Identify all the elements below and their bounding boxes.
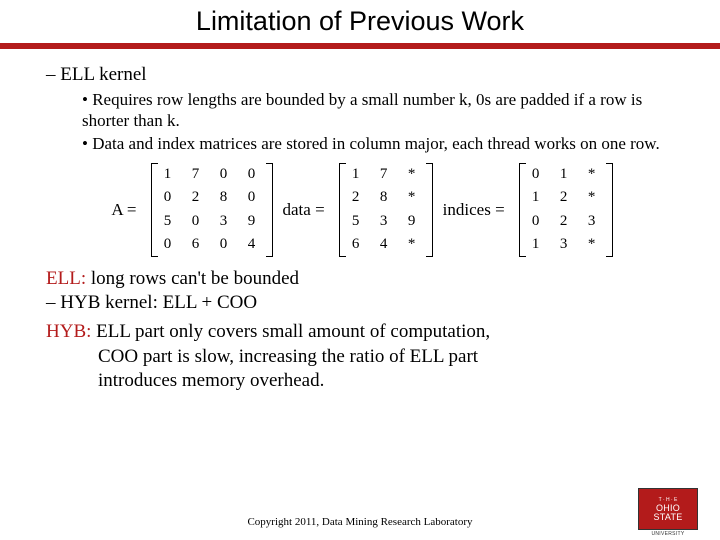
slide: Limitation of Previous Work ELL kernel R…	[0, 0, 720, 540]
logo-university: UNIVERSITY	[639, 531, 697, 537]
logo-the: T · H · E	[659, 497, 678, 503]
ell-label: ELL:	[46, 268, 86, 289]
matrix-A-label: A =	[111, 199, 136, 220]
hyb-text-3: introduces memory overhead.	[46, 369, 674, 394]
list-item: Data and index matrices are stored in co…	[82, 133, 674, 154]
matrix-data-label: data =	[283, 199, 325, 220]
hyb-statement: HYB: ELL part only covers small amount o…	[46, 320, 674, 345]
slide-body: ELL kernel Requires row lengths are boun…	[0, 49, 720, 394]
matrix-figure: A = 1700 0280 5039 0604 data = 17* 28* 5…	[46, 163, 674, 257]
ohio-state-logo: T · H · E OHIO STATE UNIVERSITY	[638, 488, 698, 530]
list-item: ELL kernel Requires row lengths are boun…	[46, 63, 674, 155]
matrix-indices: 01* 12* 023 13*	[519, 163, 609, 257]
section-heading: ELL kernel	[60, 64, 146, 85]
title-area: Limitation of Previous Work	[0, 0, 720, 37]
ell-text: long rows can't be bounded	[86, 268, 299, 289]
matrix-A: 1700 0280 5039 0604	[151, 163, 269, 257]
footer-copyright: Copyright 2011, Data Mining Research Lab…	[0, 516, 720, 528]
slide-title: Limitation of Previous Work	[0, 6, 720, 37]
ell-statement: ELL: long rows can't be bounded	[46, 267, 674, 292]
hyb-text-1: ELL part only covers small amount of com…	[91, 321, 490, 342]
matrix-indices-label: indices =	[443, 199, 505, 220]
hyb-text-2: COO part is slow, increasing the ratio o…	[46, 345, 674, 370]
list-item: HYB kernel: ELL + COO	[46, 291, 674, 316]
lower-text-block: ELL: long rows can't be bounded HYB kern…	[46, 267, 674, 394]
list-item: Requires row lengths are bounded by a sm…	[82, 89, 674, 132]
hyb-list: HYB kernel: ELL + COO	[46, 291, 674, 316]
logo-line2: STATE	[653, 513, 682, 522]
bullet-list-2: Requires row lengths are bounded by a sm…	[46, 89, 674, 155]
bullet-list-1: ELL kernel Requires row lengths are boun…	[46, 63, 674, 155]
hyb-label: HYB:	[46, 321, 91, 342]
matrix-data: 17* 28* 539 64*	[339, 163, 429, 257]
